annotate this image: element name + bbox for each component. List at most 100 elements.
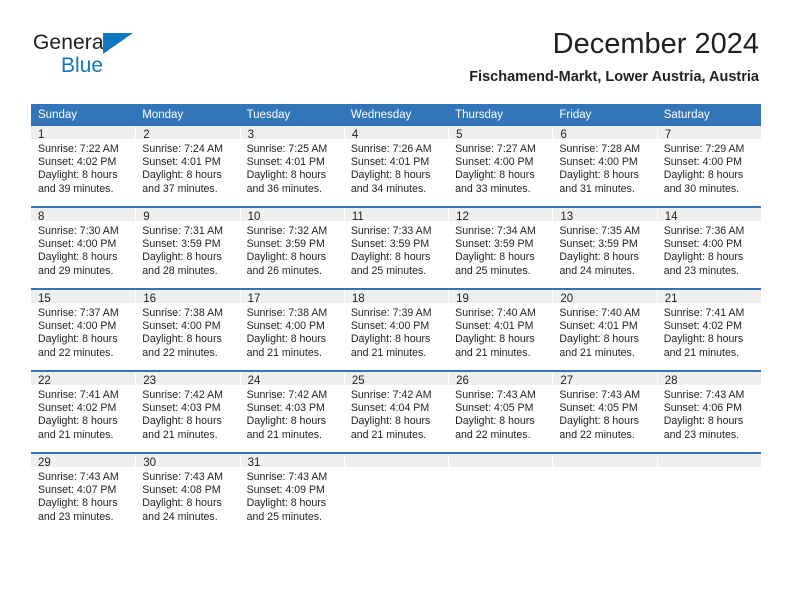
calendar-day-cell[interactable]: 20 Sunrise: 7:40 AM Sunset: 4:01 PM Dayligh…	[552, 288, 657, 371]
day-details: Sunrise: 7:40 AM Sunset: 4:01 PM Daylight:…	[552, 303, 656, 360]
calendar-week-row: 15 Sunrise: 7:37 AM Sunset: 4:00 PM Dayligh…	[31, 288, 761, 371]
calendar-day-cell[interactable]: 14 Sunrise: 7:36 AM Sunset: 4:00 PM Dayligh…	[656, 206, 761, 289]
daylight-text-line2: and 31 minutes.	[559, 182, 635, 195]
daylight-text-line1: Daylight: 8 hours	[246, 251, 327, 264]
sunset-text: Sunset: 4:01 PM	[559, 320, 638, 333]
daylight-text-line2: and 25 minutes.	[350, 264, 427, 277]
daylight-text-line1: Daylight: 8 hours	[663, 251, 744, 264]
calendar-day-cell[interactable]: 16 Sunrise: 7:38 AM Sunset: 4:00 PM Dayligh…	[135, 288, 240, 371]
daylight-text-line2: and 28 minutes.	[142, 264, 218, 277]
day-number: 27	[552, 372, 657, 387]
sunset-text: Sunset: 4:00 PM	[663, 238, 743, 251]
calendar-day-cell[interactable]: 1 Sunrise: 7:22 AM Sunset: 4:02 PM Daylight…	[31, 126, 136, 207]
day-details: Sunrise: 7:43 AM Sunset: 4:07 PM Daylight:…	[31, 467, 135, 524]
sunset-text: Sunset: 3:59 PM	[142, 238, 221, 251]
calendar-day-cell[interactable]: 23 Sunrise: 7:42 AM Sunset: 4:03 PM Dayligh…	[135, 370, 240, 453]
calendar-day-cell[interactable]: 6 Sunrise: 7:28 AM Sunset: 4:00 PM Daylight…	[552, 126, 657, 207]
sunset-text: Sunset: 4:00 PM	[246, 320, 325, 333]
daylight-text-line1: Daylight: 8 hours	[559, 333, 639, 346]
calendar-day-cell[interactable]: 4 Sunrise: 7:26 AM Sunset: 4:01 PM Daylight…	[343, 126, 449, 207]
calendar-day-cell[interactable]: 17 Sunrise: 7:38 AM Sunset: 4:00 PM Dayligh…	[239, 288, 344, 371]
sunrise-text: Sunrise: 7:43 AM	[455, 389, 536, 401]
daylight-text-line1: Daylight: 8 hours	[663, 169, 744, 182]
calendar-day-cell[interactable]: 13 Sunrise: 7:35 AM Sunset: 3:59 PM Dayligh…	[552, 206, 657, 289]
sunrise-text: Sunrise: 7:43 AM	[38, 471, 119, 483]
daylight-text-line1: Daylight: 8 hours	[246, 415, 327, 428]
calendar-day-cell[interactable]: 15 Sunrise: 7:37 AM Sunset: 4:00 PM Dayligh…	[31, 288, 136, 371]
day-number: 28	[656, 372, 761, 387]
sunrise-text: Sunrise: 7:39 AM	[350, 307, 432, 319]
sunset-text: Sunset: 4:01 PM	[246, 156, 325, 169]
sunset-text: Sunset: 4:04 PM	[350, 402, 430, 415]
daylight-text-line1: Daylight: 8 hours	[559, 169, 639, 182]
calendar-week-row: 29 Sunrise: 7:43 AM Sunset: 4:07 PM Dayligh…	[31, 452, 761, 534]
day-number: 9	[135, 208, 240, 223]
sunrise-text: Sunrise: 7:30 AM	[38, 225, 119, 237]
day-number: 20	[552, 290, 657, 305]
calendar-day-cell[interactable]: 31 Sunrise: 7:43 AM Sunset: 4:09 PM Dayligh…	[239, 452, 344, 534]
sunrise-text: Sunrise: 7:41 AM	[663, 307, 745, 319]
sunrise-text: Sunrise: 7:33 AM	[350, 225, 432, 237]
sunset-text: Sunset: 3:59 PM	[350, 238, 430, 251]
calendar-day-cell[interactable]: 25 Sunrise: 7:42 AM Sunset: 4:04 PM Dayligh…	[343, 370, 449, 453]
daylight-text-line1: Daylight: 8 hours	[455, 169, 535, 182]
day-details: Sunrise: 7:31 AM Sunset: 3:59 PM Daylight:…	[135, 221, 239, 278]
calendar-day-cell[interactable]: 3 Sunrise: 7:25 AM Sunset: 4:01 PM Daylight…	[239, 126, 344, 207]
day-number: 15	[31, 290, 136, 305]
day-details: Sunrise: 7:43 AM Sunset: 4:05 PM Daylight:…	[448, 385, 552, 442]
calendar-day-cell[interactable]: 19 Sunrise: 7:40 AM Sunset: 4:01 PM Dayligh…	[448, 288, 553, 371]
daylight-text-line1: Daylight: 8 hours	[350, 251, 431, 264]
day-number: 14	[656, 208, 761, 223]
calendar-day-cell-empty	[656, 452, 761, 534]
calendar-day-cell[interactable]: 18 Sunrise: 7:39 AM Sunset: 4:00 PM Dayligh…	[343, 288, 449, 371]
daylight-text-line2: and 21 minutes.	[663, 346, 740, 359]
sunset-text: Sunset: 3:59 PM	[559, 238, 638, 251]
calendar-day-cell[interactable]: 9 Sunrise: 7:31 AM Sunset: 3:59 PM Daylight…	[135, 206, 240, 289]
daylight-text-line1: Daylight: 8 hours	[455, 415, 535, 428]
day-details: Sunrise: 7:28 AM Sunset: 4:00 PM Daylight:…	[552, 139, 656, 196]
daylight-text-line2: and 23 minutes.	[38, 510, 114, 523]
calendar-day-cell[interactable]: 12 Sunrise: 7:34 AM Sunset: 3:59 PM Dayligh…	[448, 206, 553, 289]
calendar-day-cell[interactable]: 7 Sunrise: 7:29 AM Sunset: 4:00 PM Daylight…	[656, 126, 761, 207]
day-number: 31	[239, 454, 344, 469]
sunset-text: Sunset: 4:00 PM	[38, 320, 117, 333]
day-number: 29	[31, 454, 136, 469]
sunrise-text: Sunrise: 7:36 AM	[663, 225, 745, 237]
calendar-day-cell[interactable]: 10 Sunrise: 7:32 AM Sunset: 3:59 PM Dayligh…	[239, 206, 344, 289]
daylight-text-line1: Daylight: 8 hours	[38, 415, 118, 428]
calendar-day-cell[interactable]: 27 Sunrise: 7:43 AM Sunset: 4:05 PM Dayligh…	[552, 370, 657, 453]
calendar-day-cell[interactable]: 5 Sunrise: 7:27 AM Sunset: 4:00 PM Daylight…	[448, 126, 553, 207]
calendar-day-cell[interactable]: 22 Sunrise: 7:41 AM Sunset: 4:02 PM Dayligh…	[31, 370, 136, 453]
calendar-day-cell[interactable]: 8 Sunrise: 7:30 AM Sunset: 4:00 PM Daylight…	[31, 206, 136, 289]
day-details: Sunrise: 7:32 AM Sunset: 3:59 PM Daylight:…	[240, 221, 344, 278]
sunset-text: Sunset: 4:00 PM	[38, 238, 117, 251]
sunset-text: Sunset: 4:00 PM	[559, 156, 638, 169]
day-details: Sunrise: 7:42 AM Sunset: 4:03 PM Daylight:…	[240, 385, 344, 442]
calendar-day-cell[interactable]: 11 Sunrise: 7:33 AM Sunset: 3:59 PM Dayligh…	[343, 206, 449, 289]
daylight-text-line2: and 29 minutes.	[38, 264, 114, 277]
calendar-day-cell[interactable]: 24 Sunrise: 7:42 AM Sunset: 4:03 PM Dayligh…	[239, 370, 344, 453]
day-number: 16	[135, 290, 240, 305]
daylight-text-line2: and 22 minutes.	[38, 346, 114, 359]
generalblue-logo[interactable]: General Blue	[33, 32, 243, 88]
sunrise-text: Sunrise: 7:40 AM	[455, 307, 536, 319]
day-number: 6	[552, 126, 657, 141]
day-number: 11	[343, 208, 449, 223]
daylight-text-line2: and 24 minutes.	[142, 510, 218, 523]
sunset-text: Sunset: 4:00 PM	[142, 320, 221, 333]
daylight-text-line2: and 21 minutes.	[142, 428, 218, 441]
daylight-text-line2: and 21 minutes.	[350, 346, 427, 359]
day-details: Sunrise: 7:42 AM Sunset: 4:04 PM Daylight:…	[344, 385, 448, 442]
sunset-text: Sunset: 4:05 PM	[559, 402, 638, 415]
calendar-day-cell[interactable]: 2 Sunrise: 7:24 AM Sunset: 4:01 PM Daylight…	[135, 126, 240, 207]
day-details: Sunrise: 7:41 AM Sunset: 4:02 PM Daylight:…	[657, 303, 761, 360]
day-number: 22	[31, 372, 136, 387]
calendar-day-cell[interactable]: 26 Sunrise: 7:43 AM Sunset: 4:05 PM Dayligh…	[448, 370, 553, 453]
calendar-day-cell[interactable]: 21 Sunrise: 7:41 AM Sunset: 4:02 PM Dayligh…	[656, 288, 761, 371]
logo-text-blue: Blue	[61, 54, 104, 77]
calendar-day-cell[interactable]: 30 Sunrise: 7:43 AM Sunset: 4:08 PM Dayligh…	[135, 452, 240, 534]
weekday-header-monday: Monday	[135, 104, 240, 126]
calendar-day-cell[interactable]: 29 Sunrise: 7:43 AM Sunset: 4:07 PM Dayligh…	[31, 452, 136, 534]
calendar-day-cell[interactable]: 28 Sunrise: 7:43 AM Sunset: 4:06 PM Dayligh…	[656, 370, 761, 453]
day-number: 7	[656, 126, 761, 141]
